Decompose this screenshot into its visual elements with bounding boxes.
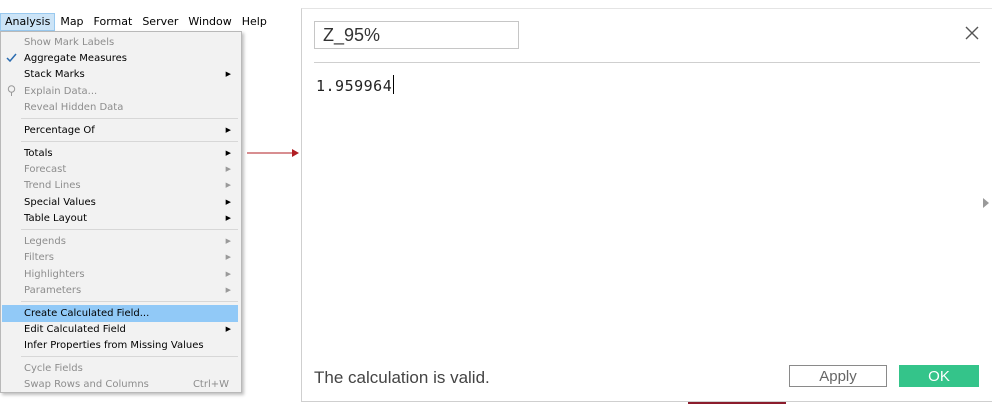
submenu-arrow-icon: ▶ xyxy=(225,237,231,245)
lightbulb-icon xyxy=(5,84,17,98)
background-fragment xyxy=(688,402,786,404)
formula-text: 1.959964 xyxy=(316,77,393,95)
menu-separator xyxy=(21,229,238,230)
submenu-arrow-icon: ▶ xyxy=(225,149,231,157)
menu-item-swap-rows-columns[interactable]: Swap Rows and Columns Ctrl+W xyxy=(2,376,238,392)
menu-item-forecast[interactable]: Forecast ▶ xyxy=(2,161,238,177)
menu-item-edit-calculated-field[interactable]: Edit Calculated Field ▶ xyxy=(2,321,238,337)
menu-separator xyxy=(21,301,238,302)
menu-separator xyxy=(21,118,238,119)
menu-separator xyxy=(21,356,238,357)
submenu-arrow-icon: ▶ xyxy=(225,198,231,206)
menu-item-percentage-of[interactable]: Percentage Of ▶ xyxy=(2,122,238,138)
apply-button[interactable]: Apply xyxy=(789,365,887,387)
menu-item-infer-properties[interactable]: Infer Properties from Missing Values xyxy=(2,337,238,353)
menu-item-filters[interactable]: Filters ▶ xyxy=(2,249,238,265)
divider xyxy=(314,62,980,63)
checkmark-icon xyxy=(5,51,17,65)
calculation-name-input[interactable]: Z_95% xyxy=(314,21,519,49)
submenu-arrow-icon: ▶ xyxy=(225,70,231,78)
calculation-editor-dialog: Z_95% 1.959964 The calculation is valid.… xyxy=(301,8,992,402)
submenu-arrow-icon: ▶ xyxy=(225,325,231,333)
menu-item-trend-lines[interactable]: Trend Lines ▶ xyxy=(2,177,238,193)
menu-item-totals[interactable]: Totals ▶ xyxy=(2,145,238,161)
menu-item-explain-data[interactable]: Explain Data... xyxy=(2,83,238,99)
menu-item-parameters[interactable]: Parameters ▶ xyxy=(2,282,238,298)
arrow-icon xyxy=(247,149,299,157)
submenu-arrow-icon: ▶ xyxy=(225,181,231,189)
menu-item-stack-marks[interactable]: Stack Marks ▶ xyxy=(2,66,238,82)
menu-format[interactable]: Format xyxy=(89,13,138,31)
formula-editor[interactable]: 1.959964 xyxy=(316,75,395,95)
menu-bar: Analysis Map Format Server Window Help xyxy=(0,13,267,31)
submenu-arrow-icon: ▶ xyxy=(225,214,231,222)
submenu-arrow-icon: ▶ xyxy=(225,165,231,173)
menu-item-reveal-hidden-data[interactable]: Reveal Hidden Data xyxy=(2,99,238,115)
menu-item-highlighters[interactable]: Highlighters ▶ xyxy=(2,266,238,282)
menu-server[interactable]: Server xyxy=(137,13,183,31)
expand-panel-icon[interactable] xyxy=(983,198,989,208)
menu-separator xyxy=(21,141,238,142)
menu-item-show-mark-labels[interactable]: Show Mark Labels xyxy=(2,34,238,50)
validation-status: The calculation is valid. xyxy=(314,368,490,387)
menu-item-aggregate-measures[interactable]: Aggregate Measures xyxy=(2,50,238,66)
menu-help[interactable]: Help xyxy=(237,13,272,31)
close-icon[interactable] xyxy=(962,23,982,43)
submenu-arrow-icon: ▶ xyxy=(225,253,231,261)
menu-item-create-calculated-field[interactable]: Create Calculated Field... xyxy=(2,305,238,322)
submenu-arrow-icon: ▶ xyxy=(225,286,231,294)
menu-item-special-values[interactable]: Special Values ▶ xyxy=(2,194,238,210)
analysis-dropdown-menu: Show Mark Labels Aggregate Measures Stac… xyxy=(0,31,242,393)
text-cursor xyxy=(393,75,395,94)
menu-window[interactable]: Window xyxy=(183,13,236,31)
menu-item-cycle-fields[interactable]: Cycle Fields xyxy=(2,360,238,376)
menu-map[interactable]: Map xyxy=(55,13,88,31)
ok-button[interactable]: OK xyxy=(899,365,979,387)
menu-item-legends[interactable]: Legends ▶ xyxy=(2,233,238,249)
submenu-arrow-icon: ▶ xyxy=(225,270,231,278)
menu-item-table-layout[interactable]: Table Layout ▶ xyxy=(2,210,238,226)
menu-analysis[interactable]: Analysis xyxy=(0,13,56,31)
submenu-arrow-icon: ▶ xyxy=(225,126,231,134)
